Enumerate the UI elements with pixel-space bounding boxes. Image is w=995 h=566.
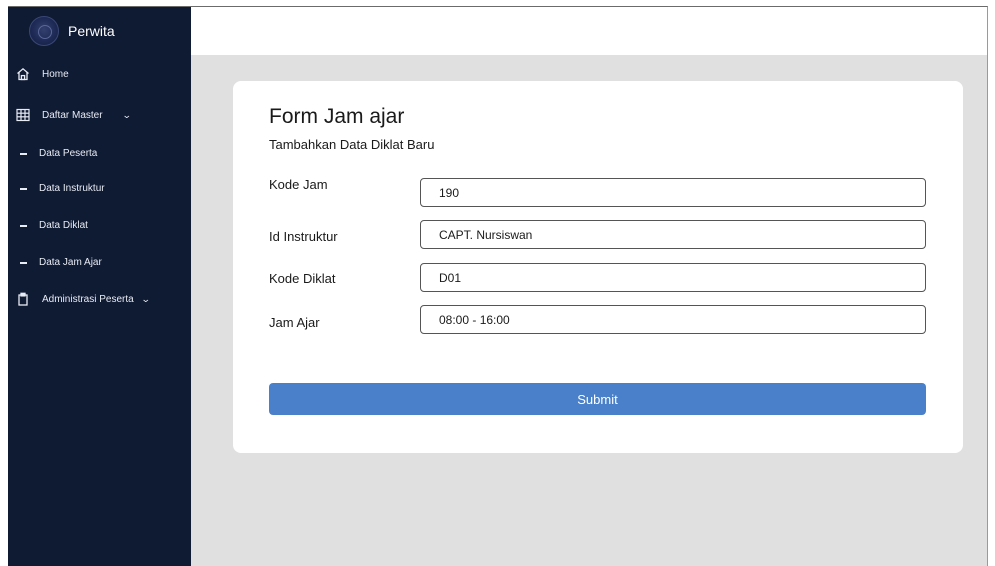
logo-icon (29, 16, 59, 46)
kode-diklat-label: Kode Diklat (269, 271, 336, 286)
kode-jam-label: Kode Jam (269, 177, 328, 192)
sidebar-item-administrasi-peserta[interactable]: Administrasi Peserta ⌄ (8, 292, 191, 306)
form-title: Form Jam ajar (269, 105, 405, 128)
kode-diklat-input[interactable] (420, 263, 926, 292)
form-card: Form Jam ajar Tambahkan Data Diklat Baru… (233, 81, 963, 453)
sidebar: Perwita Home Daftar Master ⌄ Data Pesert… (8, 7, 191, 566)
dash-icon (20, 187, 27, 190)
kode-jam-input[interactable] (420, 178, 926, 207)
dash-icon (20, 261, 27, 264)
sidebar-item-data-diklat[interactable]: Data Diklat (8, 220, 191, 231)
main-content: Form Jam ajar Tambahkan Data Diklat Baru… (191, 7, 987, 566)
sidebar-item-data-peserta[interactable]: Data Peserta (8, 148, 191, 159)
dash-icon (20, 224, 27, 227)
sidebar-item-label: Daftar Master (42, 109, 103, 121)
sidebar-item-home[interactable]: Home (8, 67, 191, 81)
top-bar (191, 7, 987, 55)
brand[interactable]: Perwita (8, 7, 191, 55)
id-instruktur-input[interactable] (420, 220, 926, 249)
dash-icon (20, 152, 27, 155)
chevron-down-icon[interactable]: ⌄ (121, 110, 131, 121)
home-icon (16, 67, 30, 81)
app-window: Perwita Home Daftar Master ⌄ Data Pesert… (8, 6, 988, 566)
jam-ajar-label: Jam Ajar (269, 315, 320, 330)
jam-ajar-input[interactable] (420, 305, 926, 334)
id-instruktur-label: Id Instruktur (269, 229, 338, 244)
sidebar-item-label: Data Instruktur (39, 183, 105, 194)
sidebar-item-label: Data Diklat (39, 220, 88, 231)
form-subtitle: Tambahkan Data Diklat Baru (269, 137, 435, 152)
sidebar-item-label: Data Jam Ajar (39, 257, 102, 268)
sidebar-item-label: Home (42, 68, 69, 80)
sidebar-item-label: Data Peserta (39, 148, 98, 159)
sidebar-item-data-instruktur[interactable]: Data Instruktur (8, 183, 191, 194)
chevron-down-icon[interactable]: ⌄ (141, 294, 151, 305)
brand-name: Perwita (68, 23, 115, 39)
sidebar-item-daftar-master[interactable]: Daftar Master ⌄ (8, 108, 191, 122)
submit-button[interactable]: Submit (269, 383, 926, 415)
sidebar-item-label: Administrasi Peserta (42, 293, 134, 305)
clipboard-icon (16, 292, 30, 306)
sidebar-item-data-jam-ajar[interactable]: Data Jam Ajar (8, 257, 191, 268)
grid-icon (16, 108, 30, 122)
